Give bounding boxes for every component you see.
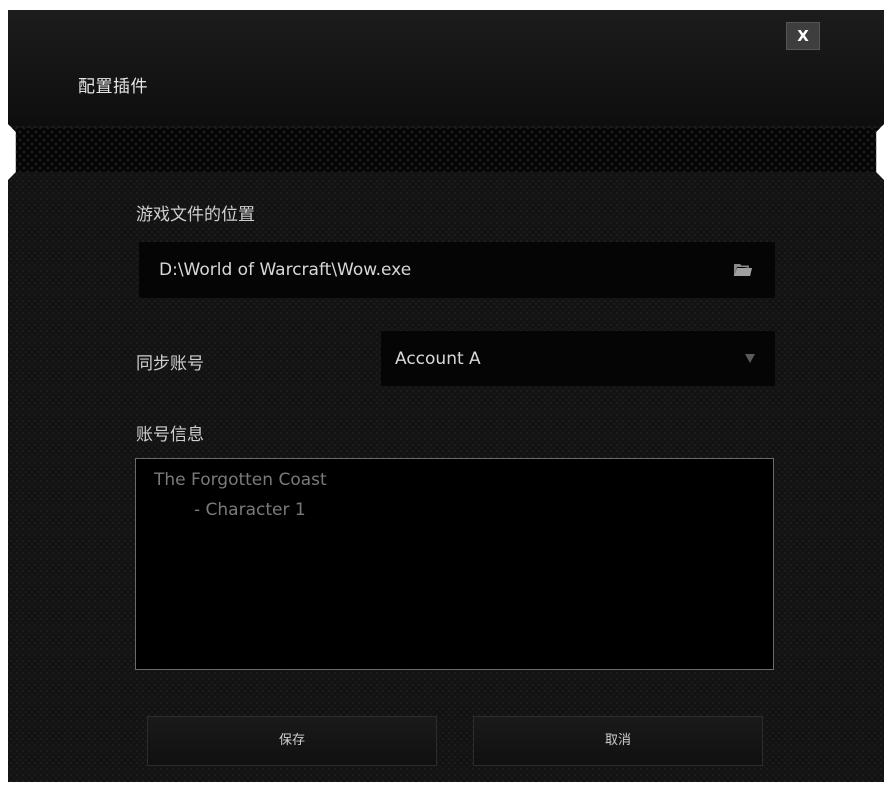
account-select[interactable]: Account A: [381, 331, 775, 386]
save-button[interactable]: 保存: [147, 716, 437, 766]
title-bar: 配置插件 X: [8, 10, 884, 126]
dialog-title: 配置插件: [78, 77, 148, 97]
sync-account-label: 同步账号: [136, 354, 204, 374]
game-location-label: 游戏文件的位置: [136, 205, 255, 225]
decorative-mesh-band: [8, 128, 884, 172]
chevron-down-icon[interactable]: [745, 354, 755, 363]
game-path-field[interactable]: D:\World of Warcraft\Wow.exe: [139, 242, 775, 298]
account-select-value[interactable]: Account A: [395, 349, 481, 369]
account-info-box[interactable]: The Forgotten Coast - Character 1: [135, 458, 774, 670]
configure-plugin-dialog: 配置插件 X 游戏文件的位置 D:\World of Warcraft\Wow.…: [8, 10, 884, 782]
folder-open-icon[interactable]: [733, 262, 753, 278]
realm-name: The Forgotten Coast: [154, 470, 327, 490]
character-name: - Character 1: [194, 500, 306, 520]
game-path-value[interactable]: D:\World of Warcraft\Wow.exe: [159, 260, 411, 280]
account-info-label: 账号信息: [136, 425, 204, 445]
cancel-button[interactable]: 取消: [473, 716, 763, 766]
close-button[interactable]: X: [786, 22, 820, 50]
